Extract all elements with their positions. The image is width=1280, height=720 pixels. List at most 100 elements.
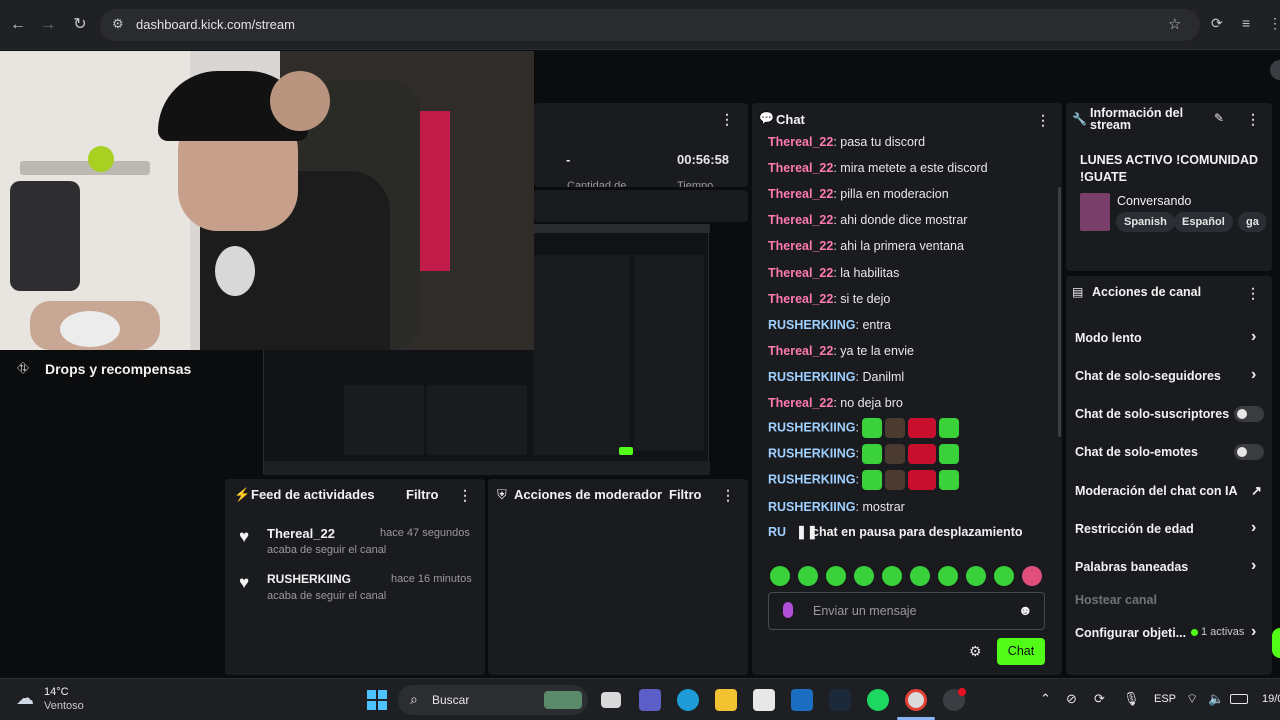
tag-pill[interactable]: Español <box>1174 212 1233 232</box>
quick-emote-icon[interactable] <box>994 566 1014 586</box>
clock-date[interactable]: 19/0 <box>1262 693 1280 705</box>
quick-emote-icon[interactable] <box>966 566 986 586</box>
mod-filter-button[interactable]: Filtro <box>669 487 702 502</box>
activity-filter-button[interactable]: Filtro <box>406 487 439 502</box>
channel-actions-menu-icon[interactable]: ⋮ <box>1246 285 1260 301</box>
taskbar-search[interactable]: ⌕ Buscar <box>398 685 588 715</box>
chevron-right-icon[interactable]: › <box>1251 623 1256 641</box>
tray-expand-icon[interactable]: ⌃ <box>1040 691 1051 707</box>
microphone-icon[interactable] <box>783 602 793 618</box>
quick-emote-icon[interactable] <box>1022 566 1042 586</box>
chat-username[interactable]: Thereal_22 <box>768 239 833 253</box>
chat-scrollbar[interactable] <box>1058 187 1061 437</box>
emote-icon[interactable] <box>862 470 883 491</box>
activity-user[interactable]: Thereal_22 <box>267 526 335 541</box>
microphone-tray-icon[interactable]: 🎙 <box>1123 691 1140 707</box>
mod-menu-icon[interactable]: ⋮ <box>721 487 735 503</box>
steam-icon[interactable] <box>829 689 851 711</box>
chat-username[interactable]: Thereal_22 <box>768 135 833 149</box>
language-indicator[interactable]: ESP <box>1154 693 1176 705</box>
channel-action-label[interactable]: Chat de solo-emotes <box>1075 445 1198 459</box>
tag-pill[interactable]: Spanish <box>1116 212 1175 232</box>
chat-username[interactable]: Thereal_22 <box>768 292 833 306</box>
chevron-right-icon[interactable]: › <box>1251 519 1256 537</box>
goals-label[interactable]: Configurar objeti... <box>1075 626 1186 640</box>
chevron-right-icon[interactable]: › <box>1251 557 1256 575</box>
chat-username[interactable]: Thereal_22 <box>768 187 833 201</box>
site-info-icon[interactable]: ⚙ <box>112 16 124 32</box>
windows-start-icon[interactable] <box>367 690 387 710</box>
file-explorer-icon[interactable] <box>715 689 737 711</box>
back-icon[interactable]: ← <box>8 14 28 36</box>
mail-icon[interactable] <box>791 689 813 711</box>
stream-info-menu-icon[interactable]: ⋮ <box>1246 111 1260 127</box>
chat-username[interactable]: RUSHERKIING <box>768 318 856 332</box>
chat-username[interactable]: Thereal_22 <box>768 266 833 280</box>
send-chat-button[interactable]: Chat <box>997 638 1045 665</box>
emoji-picker-icon[interactable]: ☻ <box>1018 602 1033 618</box>
quick-emote-icon[interactable] <box>770 566 790 586</box>
chat-username[interactable]: RUSHERKIING <box>768 370 856 384</box>
quick-emote-icon[interactable] <box>826 566 846 586</box>
channel-action-label[interactable]: Modo lento <box>1075 331 1142 345</box>
quick-emote-icon[interactable] <box>798 566 818 586</box>
browser-menu-icon[interactable]: ⋮ <box>1268 15 1280 32</box>
chat-username[interactable]: Thereal_22 <box>768 161 833 175</box>
quick-emote-icon[interactable] <box>910 566 930 586</box>
chat-username[interactable]: RUSHERKIING <box>768 473 856 487</box>
edit-pencil-icon[interactable]: ✎ <box>1214 111 1224 125</box>
chat-username[interactable]: RUSHERKIING <box>768 500 856 514</box>
chat-paused-banner[interactable]: chat en pausa para desplazamiento <box>812 525 1023 539</box>
chevron-right-icon[interactable]: › <box>1251 328 1256 346</box>
activity-user[interactable]: RUSHERKIING <box>267 572 351 586</box>
chat-settings-gear-icon[interactable]: ⚙ <box>969 643 982 660</box>
tray-sync-icon[interactable]: ⟳ <box>1094 691 1105 707</box>
channel-action-label[interactable]: Palabras baneadas <box>1075 560 1188 574</box>
chat-input-box[interactable]: Enviar un mensaje ☻ <box>768 592 1045 630</box>
channel-action-label[interactable]: Moderación del chat con IA <box>1075 484 1238 498</box>
toggle-switch[interactable] <box>1234 444 1264 460</box>
chat-username[interactable]: Thereal_22 <box>768 213 833 227</box>
teams-icon[interactable] <box>639 689 661 711</box>
spotify-icon[interactable] <box>867 689 889 711</box>
toggle-switch[interactable] <box>1234 406 1264 422</box>
forward-icon[interactable]: → <box>38 14 58 36</box>
emote-icon[interactable] <box>862 418 883 439</box>
stats-menu-icon[interactable]: ⋮ <box>720 111 734 127</box>
channel-action-label[interactable]: Chat de solo-suscriptores <box>1075 407 1229 421</box>
emote-icon[interactable] <box>885 470 906 491</box>
channel-action-label[interactable]: Chat de solo-seguidores <box>1075 369 1221 383</box>
store-icon[interactable] <box>753 689 775 711</box>
bookmark-star-icon[interactable]: ☆ <box>1168 15 1181 33</box>
weather-icon[interactable]: ☁ <box>16 688 34 709</box>
chevron-right-icon[interactable]: › <box>1251 366 1256 384</box>
volume-icon[interactable]: 🔈 <box>1208 691 1224 707</box>
activity-menu-icon[interactable]: ⋮ <box>458 487 472 503</box>
wifi-icon[interactable]: ⌔ <box>1186 691 1198 707</box>
quick-emote-icon[interactable] <box>882 566 902 586</box>
chat-username[interactable]: Thereal_22 <box>768 344 833 358</box>
chat-menu-icon[interactable]: ⋮ <box>1036 112 1050 128</box>
emote-icon[interactable] <box>885 444 906 465</box>
battery-icon[interactable] <box>1230 694 1248 704</box>
chat-username[interactable]: RUSHERKIING <box>768 420 856 434</box>
external-link-icon[interactable]: ↗ <box>1251 483 1262 499</box>
chrome-icon[interactable] <box>905 689 927 711</box>
tag-pill[interactable]: ga <box>1238 212 1266 232</box>
emote-icon[interactable] <box>939 470 960 491</box>
emote-icon[interactable] <box>862 444 883 465</box>
reading-list-icon[interactable]: ≡ <box>1242 15 1250 31</box>
emote-icon[interactable] <box>908 444 937 465</box>
chat-username[interactable]: Thereal_22 <box>768 396 833 410</box>
drops-title[interactable]: Drops y recompensas <box>45 361 191 377</box>
floating-action-button[interactable] <box>1272 628 1280 658</box>
task-view-icon[interactable] <box>601 692 621 708</box>
address-bar[interactable]: ⚙ dashboard.kick.com/stream ☆ <box>100 9 1200 41</box>
emote-icon[interactable] <box>908 470 937 491</box>
quick-emote-icon[interactable] <box>854 566 874 586</box>
emote-icon[interactable] <box>885 418 906 439</box>
emote-icon[interactable] <box>939 444 960 465</box>
quick-emote-icon[interactable] <box>938 566 958 586</box>
reload-icon[interactable]: ↻ <box>70 14 90 36</box>
chat-username[interactable]: RUSHERKIING <box>768 446 856 460</box>
